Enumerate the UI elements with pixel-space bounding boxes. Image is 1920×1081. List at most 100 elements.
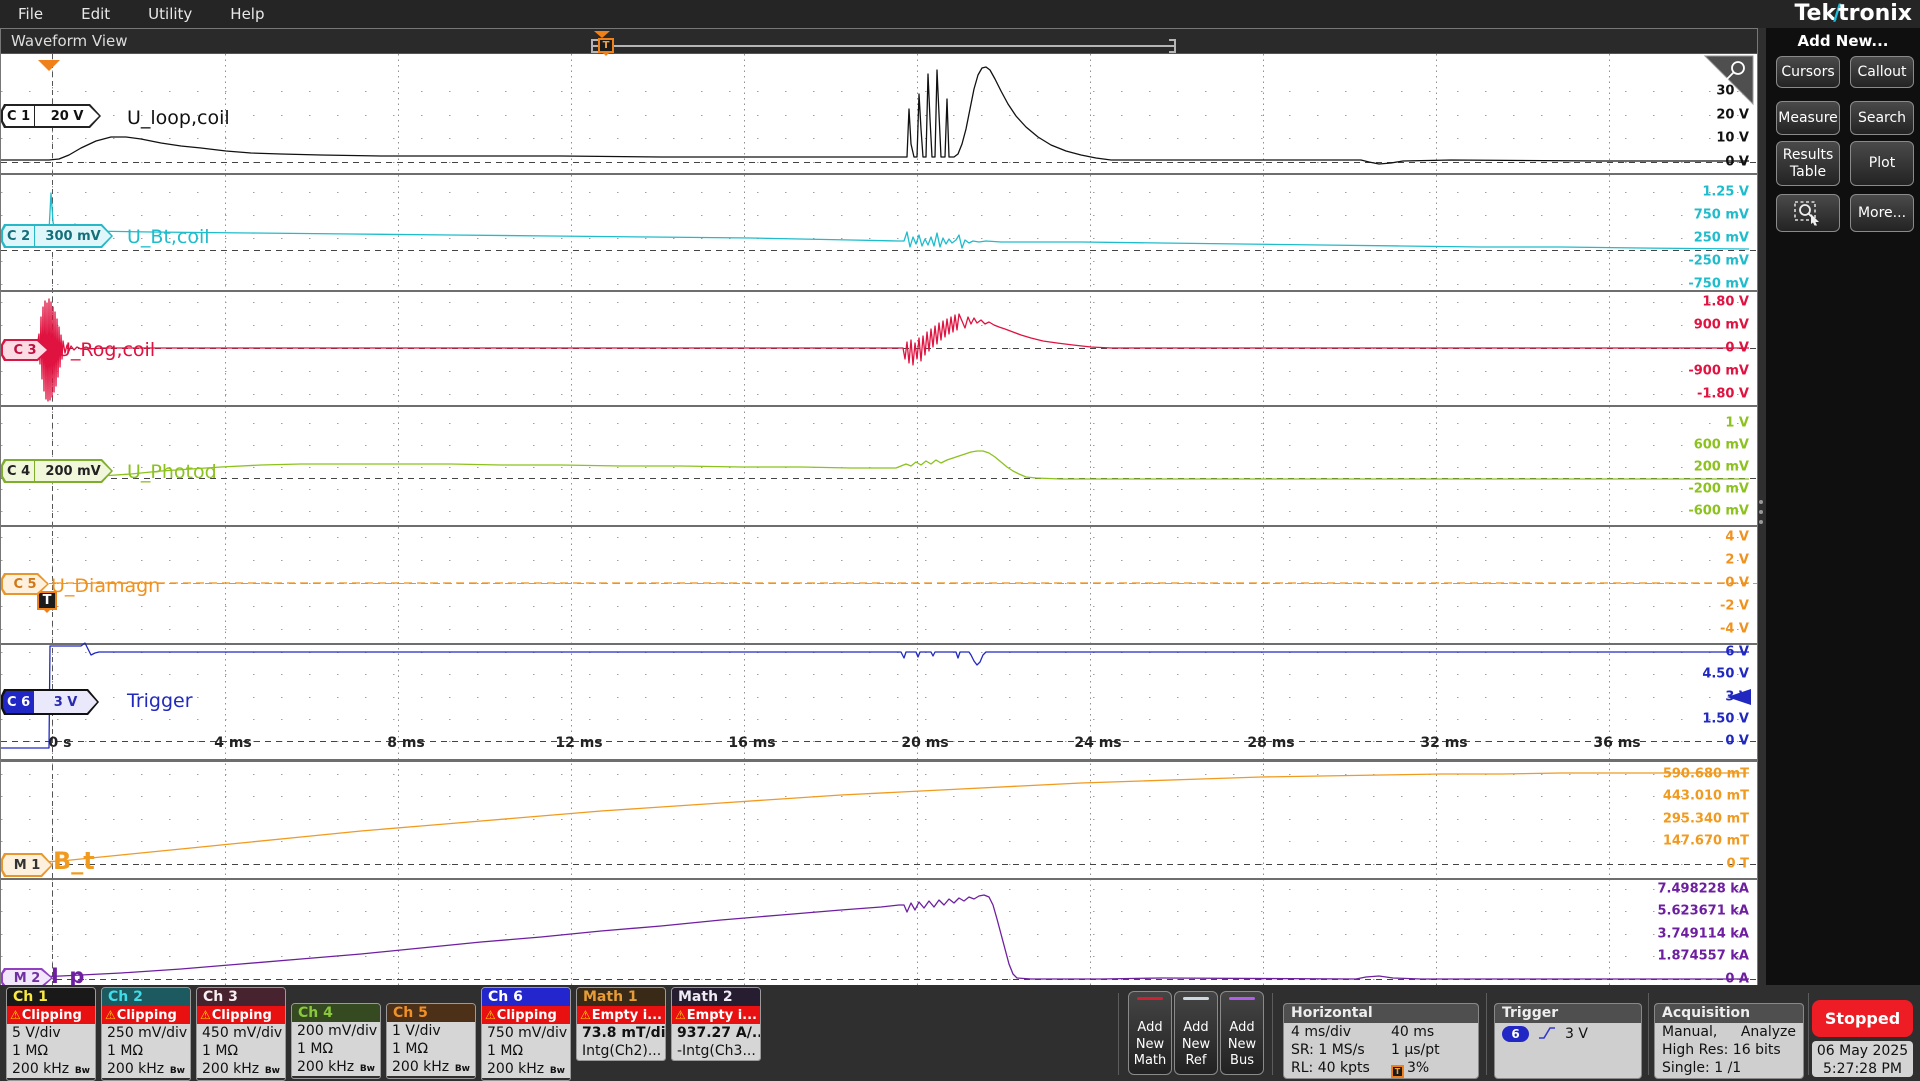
channel-settings-badge-ch6[interactable]: Ch 6⚠Clipping750 mV/div1 MΩ200 kHzBw — [481, 987, 571, 1081]
splitter-handle-dot[interactable] — [1759, 520, 1763, 524]
add-new-ref-button[interactable]: Add New Ref — [1174, 991, 1218, 1075]
plot-button[interactable]: Plot — [1850, 141, 1914, 186]
horizontal-trigger-flag-icon: T — [1391, 1065, 1404, 1078]
waveform-grid[interactable]: 30 V20 V10 V0 V1.25 V750 mV250 mV-250 mV… — [1, 54, 1757, 986]
channel-settings-badge-ch4[interactable]: Ch 4200 mV/div1 MΩ200 kHzBw — [291, 1003, 381, 1079]
time-axis-label: 4 ms — [214, 735, 252, 751]
channel-badge-C6[interactable]: C 63 V — [1, 689, 99, 715]
add-new-header: Add New... — [1766, 32, 1920, 50]
badge-cell: C 6 — [3, 691, 34, 713]
cursors-button[interactable]: Cursors — [1776, 56, 1840, 88]
splitter-handle-dot[interactable] — [1759, 500, 1763, 504]
callout-button[interactable]: Callout — [1850, 56, 1914, 88]
channel-badge-C4[interactable]: C 4200 mV — [1, 459, 113, 483]
acquisition-panel[interactable]: Acquisition Manual,Analyze High Res: 16 … — [1654, 1003, 1804, 1079]
run-stop-status[interactable]: Stopped — [1812, 1000, 1913, 1037]
menu-file[interactable]: File — [18, 5, 43, 23]
scale-gridline — [1, 674, 1757, 675]
scale-label-C3: 900 mV — [1694, 318, 1749, 333]
channel-settings-badge-ch1[interactable]: Ch 1⚠Clipping5 V/div1 MΩ200 kHzBw — [6, 987, 96, 1081]
time-gridline — [1436, 54, 1437, 986]
scale-label-C1: 0 V — [1725, 155, 1749, 170]
scale-gridline — [1, 467, 1757, 468]
horizontal-panel[interactable]: Horizontal 4 ms/div40 ms SR: 1 MS/s1 µs/… — [1283, 1003, 1479, 1079]
scale-label-C4: 200 mV — [1694, 460, 1749, 475]
slice-separator — [1, 405, 1757, 407]
channel-settings-badge-math1[interactable]: Math 1⚠Empty i...73.8 mT/divIntg(Ch2)... — [576, 987, 666, 1061]
measure-button[interactable]: Measure — [1776, 101, 1840, 135]
trigger-time-marker-icon[interactable] — [38, 60, 60, 71]
channel-badge-M1[interactable]: M 1 — [1, 853, 53, 877]
time-axis-label: 12 ms — [555, 735, 602, 751]
zoom-select-button[interactable] — [1776, 194, 1840, 232]
math-color-bar — [1229, 997, 1255, 1000]
scale-label-C5: 4 V — [1725, 530, 1749, 545]
acquisition-single: Single: 1 /1 — [1662, 1059, 1741, 1077]
channel-badge-C5[interactable]: C 5 — [1, 573, 49, 595]
scale-label-C5: 2 V — [1725, 553, 1749, 568]
badge-tab[interactable]: Ch 5 — [387, 1004, 475, 1022]
channel-badge-M2[interactable]: M 2 — [1, 968, 53, 986]
channel-badge-C2[interactable]: C 2300 mV — [1, 224, 113, 248]
clipping-warning: ⚠Clipping — [197, 1006, 285, 1024]
waveform-view-title: Waveform View — [11, 32, 128, 50]
badge-tab[interactable]: Ch 6 — [482, 988, 570, 1006]
horizontal-record-length: RL: 40 kpts — [1291, 1059, 1391, 1077]
channel-label-M1: B_t — [53, 847, 95, 875]
clipping-warning: ⚠Empty i... — [577, 1006, 665, 1024]
trigger-panel[interactable]: Trigger 6 3 V — [1494, 1003, 1642, 1079]
badge-tab[interactable]: Ch 2 — [102, 988, 190, 1006]
plot-overlay-icons — [1, 54, 1757, 986]
badge-cell: C 1 — [3, 106, 34, 126]
splitter-handle-dot[interactable] — [1759, 510, 1763, 514]
badge-tab[interactable]: Math 1 — [577, 988, 665, 1006]
warning-icon: ⚠ — [105, 1008, 116, 1022]
badge-tab[interactable]: Math 2 — [672, 988, 760, 1006]
clipping-warning: ⚠Clipping — [102, 1006, 190, 1024]
scale-gridline — [1, 192, 1757, 193]
scale-gridline — [1, 445, 1757, 446]
search-button[interactable]: Search — [1850, 101, 1914, 135]
badge-info-row: 750 mV/div — [482, 1024, 570, 1042]
channel-badge-C3[interactable]: C 3 — [1, 339, 49, 361]
channel-settings-badge-math2[interactable]: Math 2⚠Empty i...937.27 A/...-Intg(Ch3..… — [671, 987, 761, 1061]
channel-badge-C1[interactable]: C 120 V — [1, 104, 101, 128]
bottom-settings-bar: Horizontal 4 ms/div40 ms SR: 1 MS/s1 µs/… — [0, 985, 1920, 1080]
results-table-button[interactable]: Results Table — [1776, 141, 1840, 186]
badge-tab[interactable]: Ch 1 — [7, 988, 95, 1006]
channel-settings-badge-ch3[interactable]: Ch 3⚠Clipping450 mV/div1 MΩ200 kHzBw — [196, 987, 286, 1081]
waveform-panel: Waveform View T 30 V20 V10 V0 V1.25 V750… — [0, 28, 1758, 985]
add-new-math-button[interactable]: Add New Math — [1128, 991, 1172, 1075]
scale-label-C6: 0 V — [1725, 734, 1749, 749]
badge-tab[interactable]: Ch 4 — [292, 1004, 380, 1022]
bandwidth-limit-icon: Bw — [455, 1060, 470, 1078]
math-color-bar — [1183, 997, 1209, 1000]
add-button-label: Add New Math — [1130, 1020, 1170, 1069]
trace-C4 — [1, 451, 1749, 479]
menu-utility[interactable]: Utility — [148, 5, 192, 23]
channel-settings-badge-ch5[interactable]: Ch 51 V/div1 MΩ200 kHzBw — [386, 1003, 476, 1079]
menu-help[interactable]: Help — [230, 5, 264, 23]
more-button[interactable]: More... — [1850, 194, 1914, 232]
badge-info-row: 450 mV/div — [197, 1024, 285, 1042]
record-view-bar[interactable]: T — [591, 29, 1176, 54]
scale-gridline — [1, 652, 1757, 653]
channel-label-C6: Trigger — [127, 690, 193, 712]
warning-icon: ⚠ — [580, 1008, 591, 1022]
menu-edit[interactable]: Edit — [81, 5, 110, 23]
badge-cell: C 4 — [3, 461, 34, 481]
channel-settings-badge-ch2[interactable]: Ch 2⚠Clipping250 mV/div1 MΩ200 kHzBw — [101, 987, 191, 1081]
slice-separator — [1, 643, 1757, 645]
horizontal-resolution: 1 µs/pt — [1391, 1041, 1440, 1059]
add-new-bus-button[interactable]: Add New Bus — [1220, 991, 1264, 1075]
badge-tab[interactable]: Ch 3 — [197, 988, 285, 1006]
scale-label-M2: 3.749114 kA — [1658, 927, 1750, 942]
badge-info-row: 200 mV/div — [292, 1022, 380, 1040]
record-trigger-flag-icon[interactable]: T — [598, 38, 614, 53]
badge-cell: 200 mV — [34, 461, 111, 481]
scale-gridline — [1, 489, 1757, 490]
badge-info-row: 200 kHzBw — [482, 1060, 570, 1078]
slice-separator — [1, 173, 1757, 175]
scale-gridline — [1, 629, 1757, 630]
scale-gridline — [1, 394, 1757, 395]
